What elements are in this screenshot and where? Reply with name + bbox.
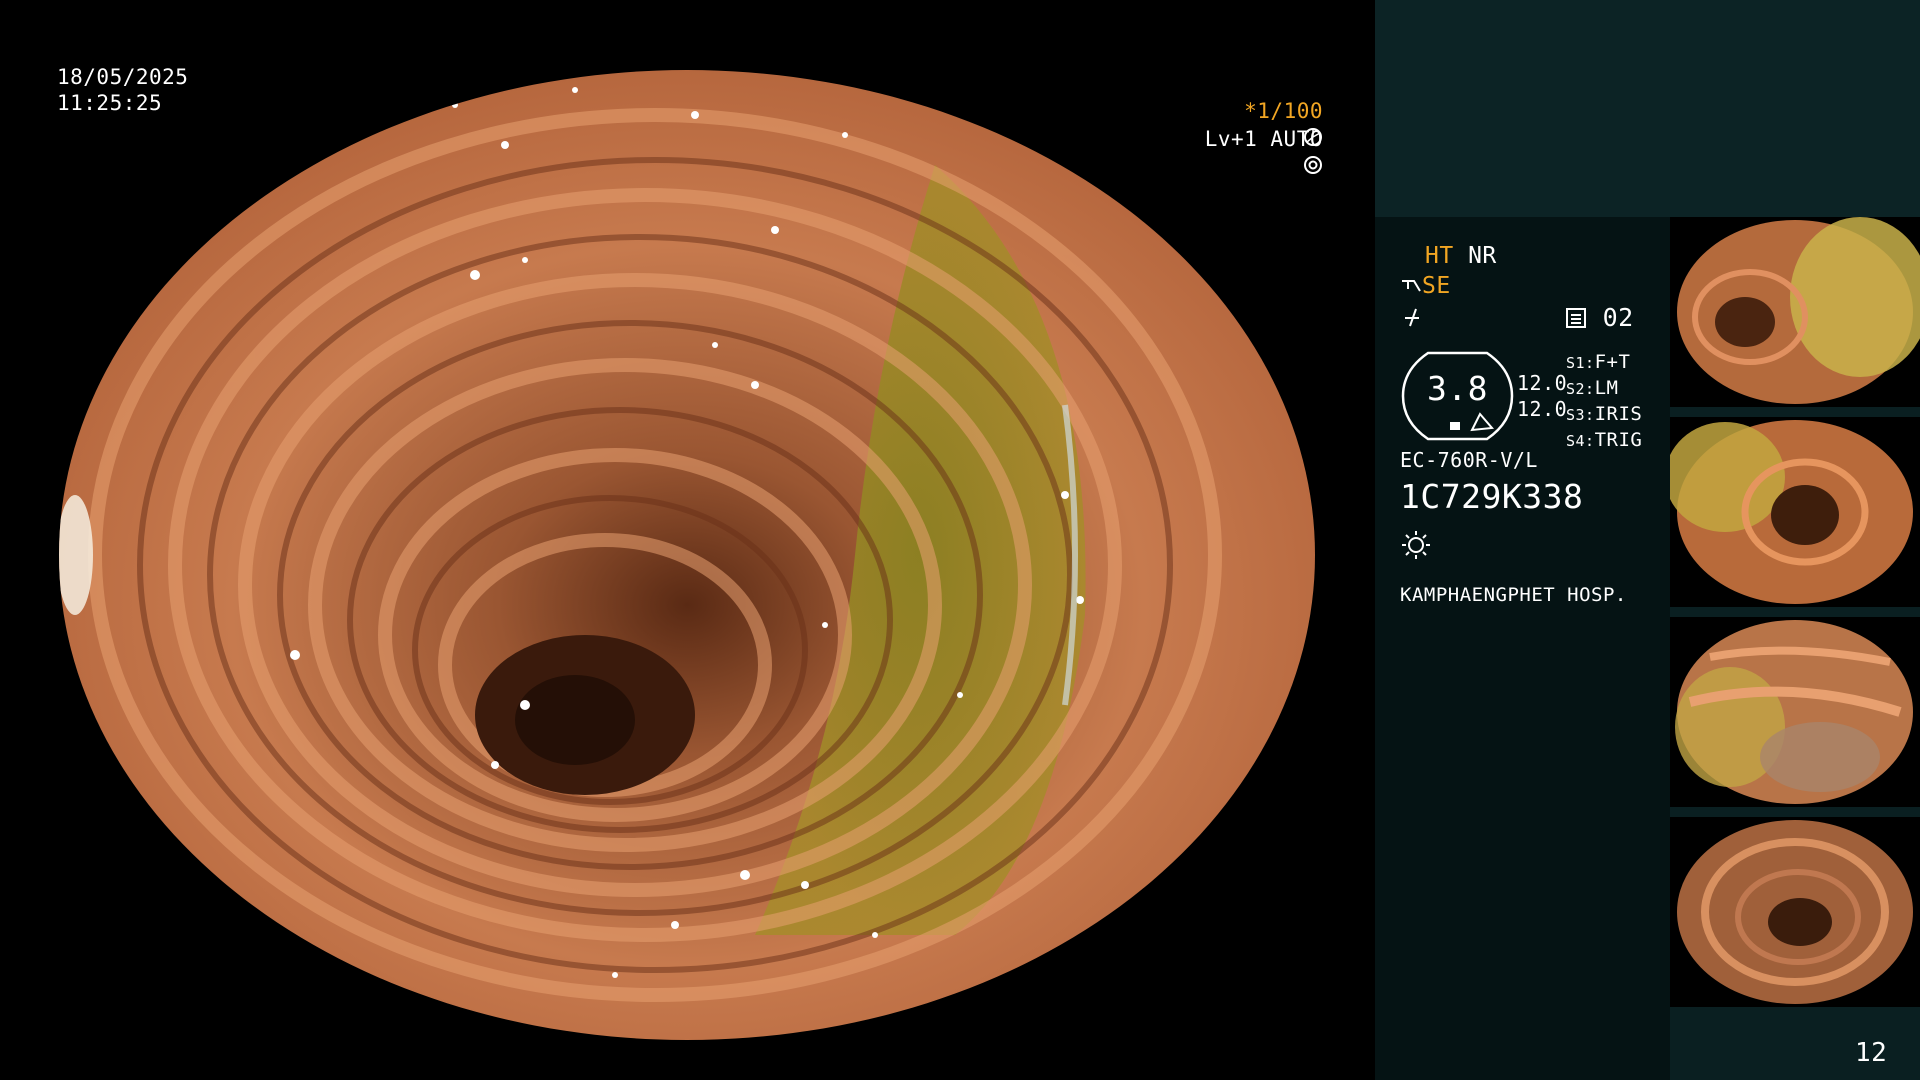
hospital-name: KAMPHAENGPHET HOSP. (1400, 584, 1627, 606)
switch-list: S1:F+T S2:LM S3:IRIS S4:TRIG (1566, 350, 1642, 454)
scope-icon (1402, 280, 1421, 292)
thumbnail[interactable] (1670, 617, 1920, 807)
memory-value: 02 (1602, 303, 1634, 332)
ht-nr-row: HT NR (1425, 243, 1497, 269)
freeze-icon (1405, 308, 1419, 327)
light-row (1401, 530, 1431, 564)
date-text: 18/05/2025 (57, 65, 189, 89)
thumbnail-image (1670, 817, 1920, 1007)
freeze-row (1401, 306, 1423, 332)
status-panel: HT NR SE 02 3.8 12.0 12.0 S1:F+T S2:LM S… (1375, 217, 1670, 1080)
thumbnail-strip (1670, 217, 1920, 1080)
time-text: 11:25:25 (57, 91, 163, 115)
switch-item: S3:IRIS (1566, 403, 1643, 425)
scope-model: EC-760R-V/L (1400, 448, 1538, 472)
enhance-text: Lv+1 AUTO (1204, 127, 1323, 151)
ht-label: HT (1425, 243, 1454, 269)
zoom-gauge: 3.8 (1400, 350, 1515, 442)
gauge-right-bottom: 12.0 (1517, 397, 1568, 421)
memory-row: 02 (1565, 305, 1634, 331)
endoscope-view (55, 55, 1320, 1055)
se-label: SE (1422, 273, 1451, 299)
switch-item: S2:LM (1566, 377, 1619, 399)
gauge-right-top: 12.0 (1517, 371, 1568, 395)
page-number: 12 (1855, 1038, 1888, 1068)
gauge-right-values: 12.0 12.0 (1517, 370, 1567, 422)
scope-serial: 1C729K338 (1400, 477, 1584, 516)
light-icon (1402, 531, 1430, 559)
thumbnail-image (1670, 217, 1920, 407)
gauge-value: 3.8 (1426, 369, 1489, 408)
switch-item: S4:TRIG (1566, 429, 1643, 451)
iris-icon (1304, 156, 1322, 174)
memory-icon (1566, 308, 1586, 328)
colon-lumen-image (59, 70, 1315, 1040)
switch-item: S1:F+T (1566, 351, 1631, 373)
panel-header (1375, 0, 1920, 217)
thumbnail[interactable] (1670, 417, 1920, 607)
shutter-text: *1/100 (1244, 99, 1323, 123)
nr-label: NR (1468, 243, 1497, 269)
date-time-display: 18/05/2025 11:25:25 (57, 64, 188, 116)
thumbnail[interactable] (1670, 217, 1920, 407)
se-row: SE (1400, 273, 1451, 299)
enhance-indicator: Lv+1 AUTO (1193, 126, 1323, 178)
thumbnail-image (1670, 617, 1920, 807)
thumbnail[interactable] (1670, 817, 1920, 1007)
thumbnail-image (1670, 417, 1920, 607)
